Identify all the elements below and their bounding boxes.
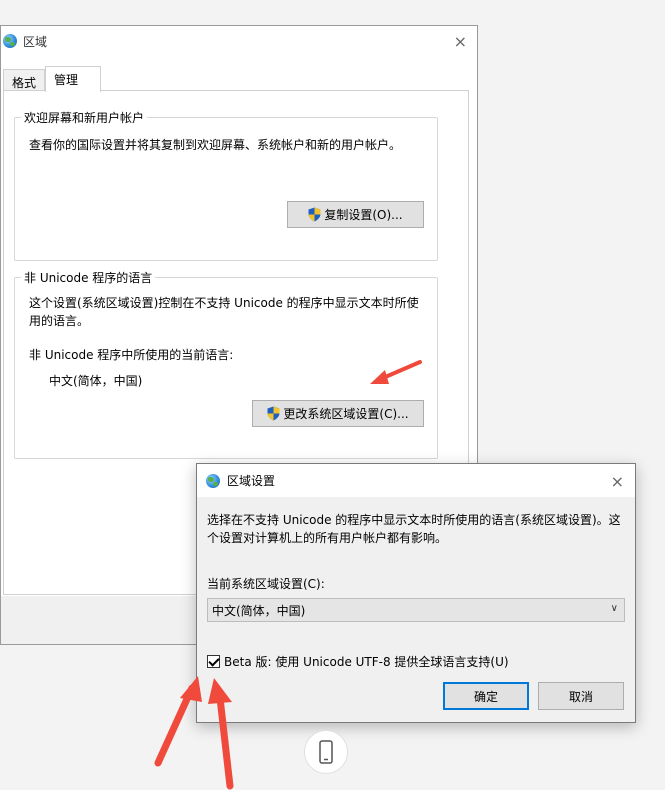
dialog-description-line2: 个设置对计算机上的所有用户帐户都有影响。 bbox=[207, 531, 448, 545]
change-system-locale-label: 更改系统区域设置(C)... bbox=[283, 407, 409, 421]
chevron-down-icon: ∨ bbox=[610, 603, 618, 614]
uac-shield-icon bbox=[308, 207, 321, 222]
beta-utf8-label[interactable]: Beta 版: 使用 Unicode UTF-8 提供全球语言支持(U) bbox=[224, 653, 509, 670]
phone-icon bbox=[319, 740, 333, 764]
unicode-group-title: 非 Unicode 程序的语言 bbox=[21, 269, 156, 286]
beta-utf8-checkbox[interactable] bbox=[207, 655, 220, 668]
copy-settings-label: 复制设置(O)... bbox=[324, 208, 403, 222]
system-locale-value: 中文(简体，中国) bbox=[212, 603, 306, 618]
dialog-description-line1: 选择在不支持 Unicode 的程序中显示文本时所使用的语言(系统区域设置)。这 bbox=[207, 513, 621, 527]
change-system-locale-button[interactable]: 更改系统区域设置(C)... bbox=[252, 400, 424, 427]
welcome-group-title: 欢迎屏幕和新用户帐户 bbox=[21, 109, 148, 126]
unicode-description-line2: 用的语言。 bbox=[29, 314, 90, 328]
globe-icon bbox=[206, 473, 220, 488]
tab-manage[interactable]: 管理 bbox=[45, 66, 101, 92]
copy-settings-button[interactable]: 复制设置(O)... bbox=[287, 201, 424, 228]
close-icon[interactable]: × bbox=[611, 474, 624, 490]
phone-button[interactable] bbox=[304, 730, 348, 774]
current-language-value: 中文(简体，中国) bbox=[49, 374, 143, 388]
current-locale-label: 当前系统区域设置(C): bbox=[207, 577, 325, 591]
ok-button[interactable]: 确定 bbox=[443, 682, 529, 710]
system-locale-select[interactable]: 中文(简体，中国) ∨ bbox=[207, 598, 625, 622]
uac-shield-icon bbox=[267, 406, 280, 421]
current-language-label: 非 Unicode 程序中所使用的当前语言: bbox=[29, 348, 234, 362]
region-window-title: 区域 bbox=[23, 34, 48, 49]
welcome-group: 欢迎屏幕和新用户帐户 查看你的国际设置并将其复制到欢迎屏幕、系统帐户和新的用户帐… bbox=[14, 109, 438, 261]
welcome-description: 查看你的国际设置并将其复制到欢迎屏幕、系统帐户和新的用户帐户。 bbox=[29, 138, 402, 152]
beta-utf8-row: Beta 版: 使用 Unicode UTF-8 提供全球语言支持(U) bbox=[207, 653, 509, 670]
unicode-description-line1: 这个设置(系统区域设置)控制在不支持 Unicode 的程序中显示文本时所使 bbox=[29, 296, 419, 310]
globe-icon bbox=[3, 34, 17, 48]
close-icon[interactable]: × bbox=[454, 34, 467, 50]
annotation-arrows-icon bbox=[154, 676, 234, 790]
region-window-titlebar: 区域 bbox=[1, 26, 477, 56]
region-settings-dialog: 区域设置 × 选择在不支持 Unicode 的程序中显示文本时所使用的语言(系统… bbox=[196, 463, 636, 723]
annotation-arrow-icon bbox=[370, 360, 422, 384]
dialog-title: 区域设置 bbox=[227, 474, 276, 488]
cancel-button[interactable]: 取消 bbox=[538, 682, 624, 710]
tab-format[interactable]: 格式 bbox=[3, 69, 45, 91]
dialog-body: 选择在不支持 Unicode 的程序中显示文本时所使用的语言(系统区域设置)。这… bbox=[197, 497, 635, 722]
tab-strip: 格式 管理 bbox=[1, 66, 477, 92]
dialog-titlebar: 区域设置 bbox=[197, 464, 635, 497]
